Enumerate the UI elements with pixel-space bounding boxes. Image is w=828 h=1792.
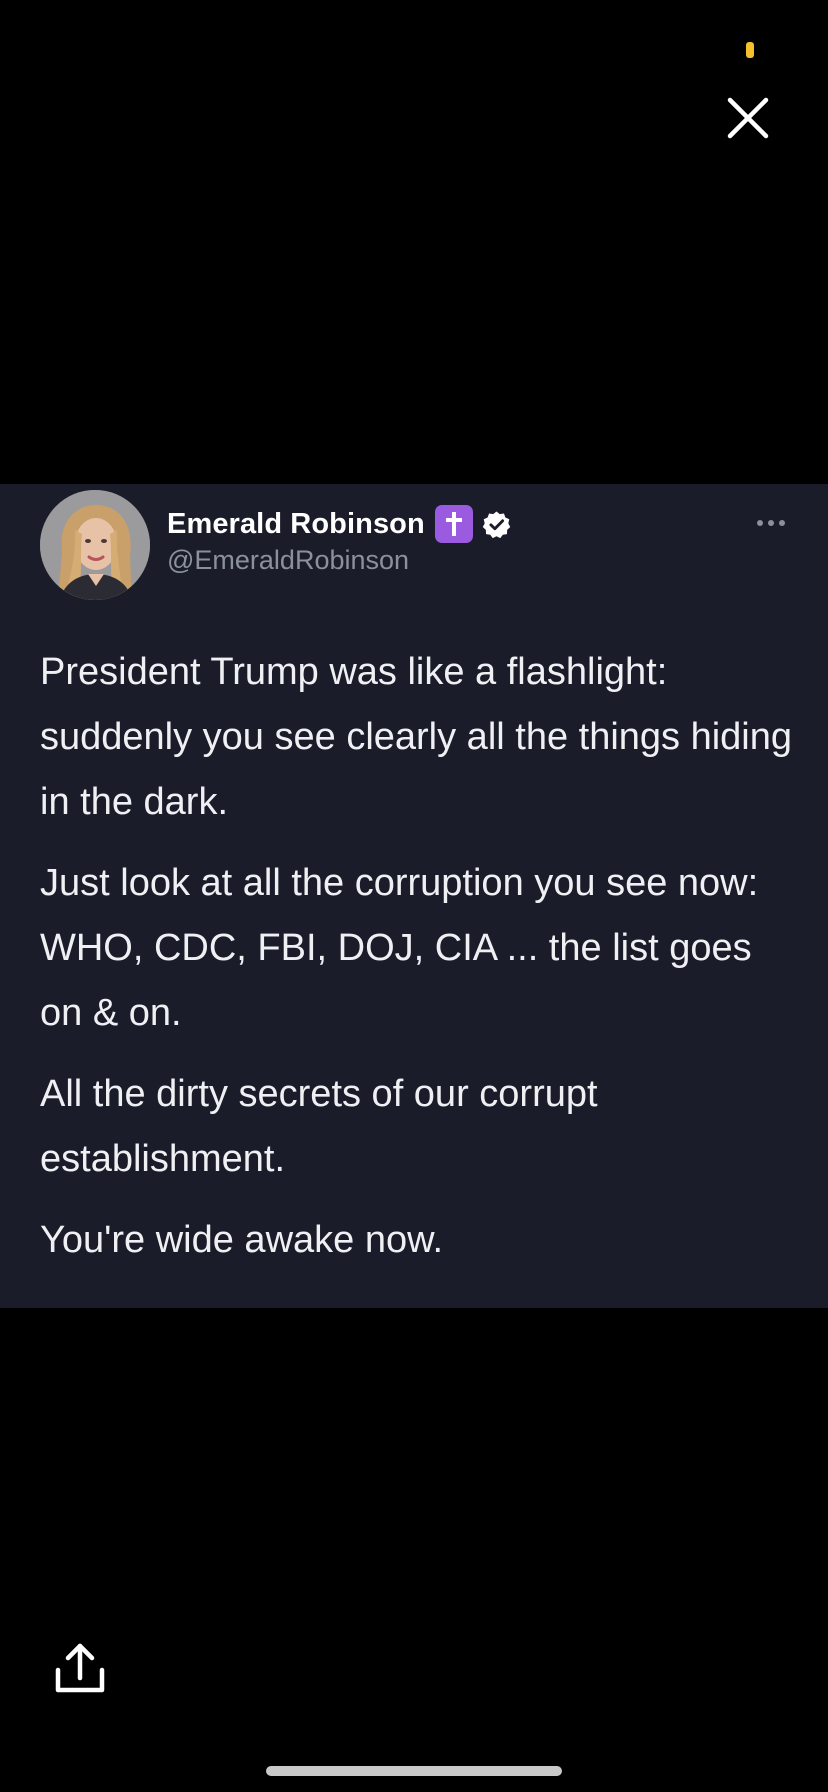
- recording-indicator: [746, 42, 754, 58]
- tweet-paragraph: Just look at all the corruption you see …: [40, 862, 759, 1034]
- share-icon: [55, 1643, 105, 1693]
- author-block: Emerald Robinson @EmeraldRobinson: [167, 504, 511, 576]
- tweet-screenshot: Emerald Robinson @EmeraldRobinson Presid…: [0, 484, 828, 1308]
- tweet-paragraph: President Trump was like a flashlight: s…: [40, 651, 793, 823]
- close-button[interactable]: [722, 92, 774, 144]
- verified-check-icon: [482, 510, 511, 538]
- share-button[interactable]: [52, 1640, 108, 1696]
- tweet-paragraph: You're wide awake now.: [40, 1219, 444, 1261]
- latin-cross-emoji-icon: [434, 505, 473, 543]
- tweet-text: President Trump was like a flashlight: s…: [40, 640, 800, 1289]
- more-horizontal-icon: [757, 520, 785, 526]
- name-row: Emerald Robinson: [167, 504, 511, 544]
- avatar-photo: [40, 490, 150, 600]
- more-options-button[interactable]: [755, 514, 787, 532]
- home-indicator[interactable]: [266, 1766, 562, 1776]
- author-handle[interactable]: @EmeraldRobinson: [167, 545, 511, 576]
- tweet-paragraph: All the dirty secrets of our corrupt est…: [40, 1073, 598, 1180]
- avatar[interactable]: [40, 490, 150, 600]
- display-name[interactable]: Emerald Robinson: [167, 508, 425, 541]
- close-icon: [727, 97, 769, 139]
